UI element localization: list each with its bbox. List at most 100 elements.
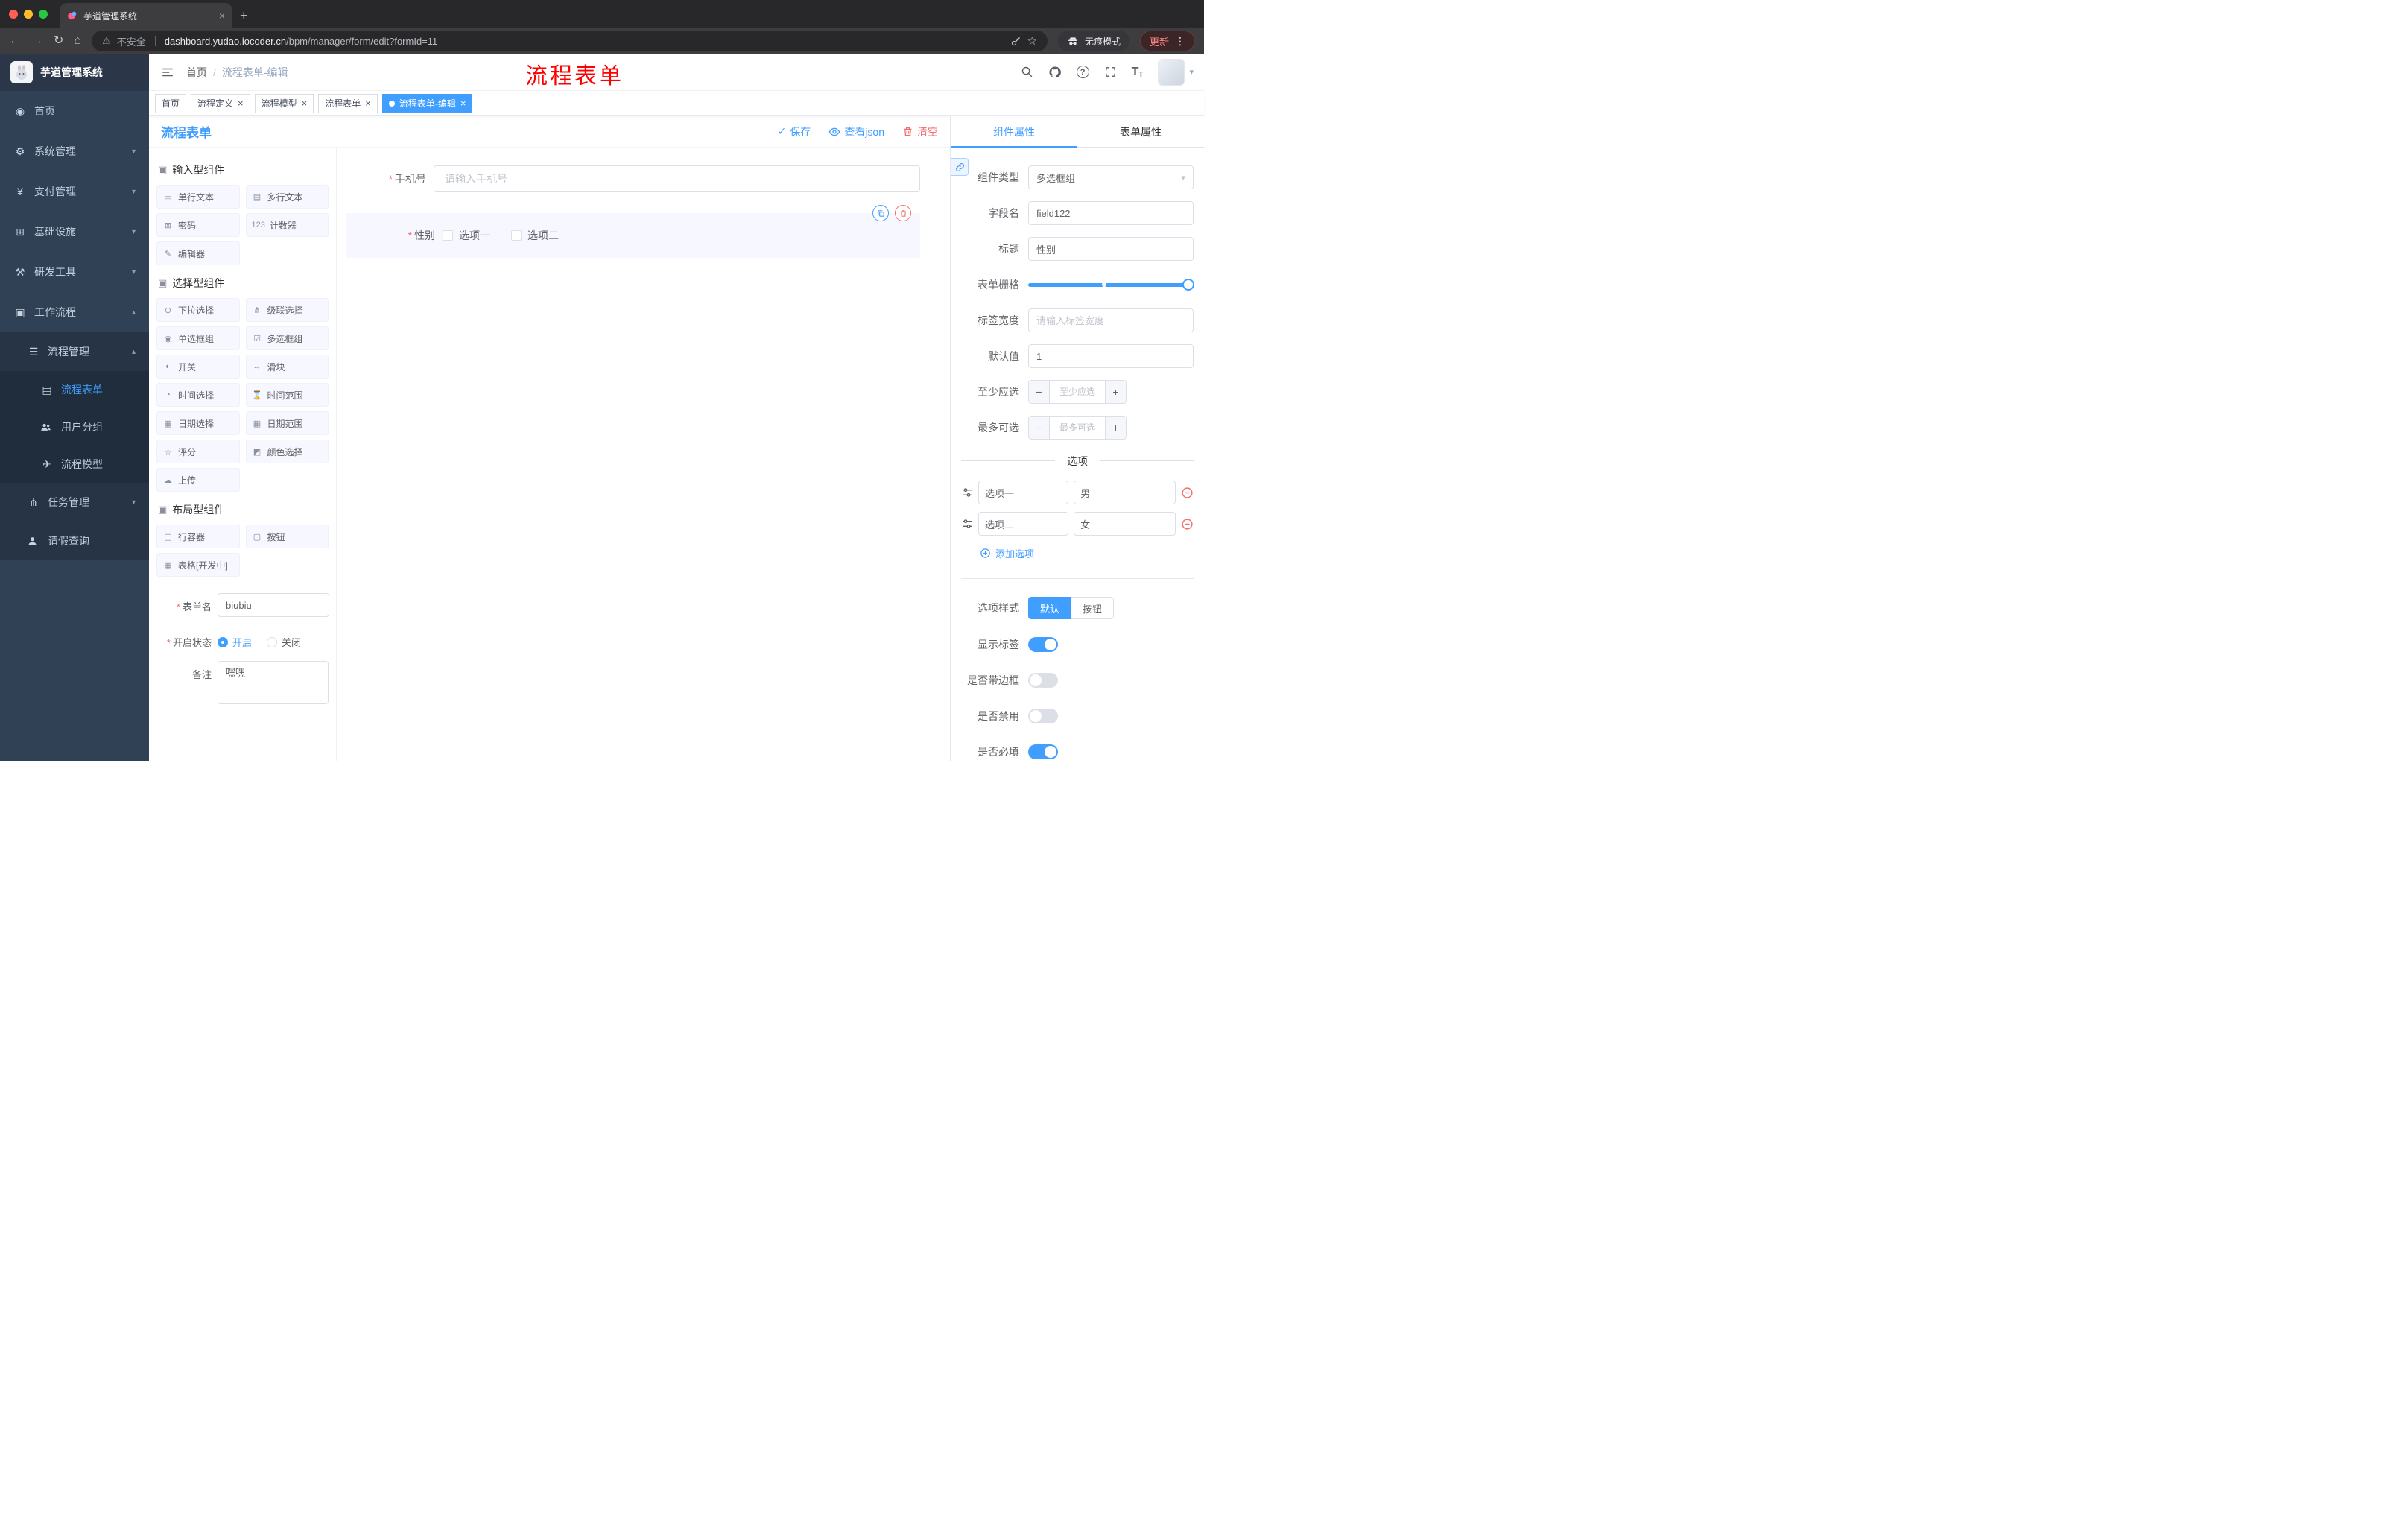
clear-button[interactable]: 清空 xyxy=(902,124,938,139)
status-off-radio[interactable]: 关闭 xyxy=(267,635,301,649)
browser-tab[interactable]: 芋道管理系统 × xyxy=(60,3,232,28)
close-icon[interactable]: × xyxy=(238,98,244,108)
minimize-window-button[interactable] xyxy=(24,10,33,19)
option-value-input[interactable] xyxy=(1074,512,1176,536)
component-item-button[interactable]: ▢ 按钮 xyxy=(245,525,329,548)
option-value-input[interactable] xyxy=(1074,481,1176,504)
sidebar-item-process-manage[interactable]: ☰ 流程管理 ▴ xyxy=(0,332,149,371)
default-value-input[interactable] xyxy=(1028,344,1194,368)
tag-home[interactable]: 首页 xyxy=(155,93,187,113)
update-button[interactable]: 更新 ⋮ xyxy=(1139,31,1195,51)
add-option-button[interactable]: 添加选项 xyxy=(980,546,1194,560)
increment-button[interactable]: + xyxy=(1105,417,1126,439)
search-icon[interactable] xyxy=(1021,66,1033,78)
style-default-button[interactable]: 默认 xyxy=(1028,597,1072,619)
view-json-button[interactable]: 查看json xyxy=(828,124,884,139)
close-window-button[interactable] xyxy=(9,10,18,19)
remark-textarea[interactable]: 嘿嘿 xyxy=(218,661,329,704)
component-item-color-picker[interactable]: ◩ 颜色选择 xyxy=(245,440,329,463)
grid-slider[interactable] xyxy=(1028,273,1194,297)
form-name-input[interactable] xyxy=(218,593,329,617)
app-logo[interactable]: 芋道管理系统 xyxy=(0,54,149,91)
forward-button[interactable]: → xyxy=(31,35,43,47)
component-item-table[interactable]: ▦ 表格[开发中] xyxy=(156,553,240,577)
drag-handle-icon[interactable] xyxy=(961,518,973,530)
decrement-button[interactable]: − xyxy=(1029,417,1050,439)
component-item-date-picker[interactable]: ▦ 日期选择 xyxy=(156,411,240,435)
show-label-toggle[interactable] xyxy=(1028,637,1058,652)
component-item-counter[interactable]: 123 计数器 xyxy=(245,213,329,237)
component-item-switch[interactable]: ◐ 开关 xyxy=(156,355,240,379)
component-item-password[interactable]: ⊠ 密码 xyxy=(156,213,240,237)
status-on-radio[interactable]: 开启 xyxy=(218,635,252,649)
component-item-time-range[interactable]: ⌛ 时间范围 xyxy=(245,383,329,407)
user-menu[interactable]: ▾ xyxy=(1158,58,1194,86)
sidebar-item-user-group[interactable]: 用户分组 xyxy=(0,408,149,446)
title-input[interactable] xyxy=(1028,237,1194,261)
style-button-button[interactable]: 按钮 xyxy=(1071,597,1115,619)
sidebar-item-home[interactable]: ◉ 首页 xyxy=(0,91,149,131)
canvas-field-gender[interactable]: * 性别 选项一 选项二 xyxy=(346,205,920,258)
option-label-input[interactable] xyxy=(978,512,1069,536)
decrement-button[interactable]: − xyxy=(1029,381,1050,403)
reload-button[interactable]: ↻ xyxy=(54,35,63,47)
help-icon[interactable]: ? xyxy=(1076,66,1089,78)
component-item-radio-group[interactable]: ◉ 单选框组 xyxy=(156,326,240,350)
tab-form-props[interactable]: 表单属性 xyxy=(1077,116,1204,147)
required-toggle[interactable] xyxy=(1028,744,1058,759)
label-width-input[interactable] xyxy=(1028,308,1194,332)
component-item-checkbox-group[interactable]: ☑ 多选框组 xyxy=(245,326,329,350)
remove-option-icon[interactable] xyxy=(1181,487,1194,499)
min-select-input[interactable] xyxy=(1050,381,1105,403)
gender-option1-checkbox[interactable]: 选项一 xyxy=(443,228,490,243)
drag-handle-icon[interactable] xyxy=(961,487,973,498)
component-item-rate[interactable]: ☆ 评分 xyxy=(156,440,240,463)
save-button[interactable]: ✓ 保存 xyxy=(778,124,811,139)
component-item-editor[interactable]: ✎ 编辑器 xyxy=(156,241,240,265)
address-bar[interactable]: ⚠ 不安全 dashboard.yudao.iocoder.cn/bpm/man… xyxy=(92,31,1048,51)
font-size-icon[interactable]: TT xyxy=(1132,66,1144,79)
tab-close-icon[interactable]: × xyxy=(219,10,225,22)
copy-field-button[interactable] xyxy=(872,205,889,221)
phone-input[interactable] xyxy=(434,165,920,192)
sidebar-item-leave-query[interactable]: 请假查询 xyxy=(0,522,149,560)
sidebar-item-task-manage[interactable]: ⋔ 任务管理 ▾ xyxy=(0,483,149,522)
browser-menu-dots-icon[interactable]: ⋮ xyxy=(1175,35,1185,48)
sidebar-item-devtools[interactable]: ⚒ 研发工具 ▾ xyxy=(0,252,149,292)
sidebar-item-infrastructure[interactable]: ⊞ 基础设施 ▾ xyxy=(0,212,149,252)
back-button[interactable]: ← xyxy=(9,35,21,47)
new-tab-button[interactable]: + xyxy=(240,8,248,24)
close-icon[interactable]: × xyxy=(460,98,466,108)
component-item-slider[interactable]: ↔ 滑块 xyxy=(245,355,329,379)
option-label-input[interactable] xyxy=(978,481,1069,504)
field-name-input[interactable] xyxy=(1028,201,1194,225)
key-icon[interactable] xyxy=(1010,36,1021,47)
component-item-upload[interactable]: ☁ 上传 xyxy=(156,468,240,492)
sidebar-item-process-form[interactable]: ▤ 流程表单 xyxy=(0,371,149,408)
increment-button[interactable]: + xyxy=(1105,381,1126,403)
canvas-field-phone[interactable]: * 手机号 xyxy=(346,165,920,192)
tag-process-form[interactable]: 流程表单 × xyxy=(318,93,378,113)
component-item-row-container[interactable]: ◫ 行容器 xyxy=(156,525,240,548)
sidebar-item-system[interactable]: ⚙ 系统管理 ▾ xyxy=(0,131,149,171)
fullscreen-icon[interactable] xyxy=(1104,66,1117,78)
delete-field-button[interactable] xyxy=(895,205,911,221)
gender-option2-checkbox[interactable]: 选项二 xyxy=(511,228,559,243)
disabled-toggle[interactable] xyxy=(1028,709,1058,723)
link-icon[interactable] xyxy=(951,158,969,176)
component-item-single-text[interactable]: ▭ 单行文本 xyxy=(156,185,240,209)
component-item-time-picker[interactable]: ◔ 时间选择 xyxy=(156,383,240,407)
close-icon[interactable]: × xyxy=(365,98,371,108)
component-type-select[interactable]: 多选框组 ▾ xyxy=(1028,165,1194,189)
slider-handle[interactable] xyxy=(1182,279,1194,291)
hamburger-icon[interactable] xyxy=(149,54,186,91)
sidebar-item-process-model[interactable]: ✈ 流程模型 xyxy=(0,446,149,483)
border-toggle[interactable] xyxy=(1028,673,1058,688)
github-icon[interactable] xyxy=(1048,66,1062,79)
sidebar-item-payment[interactable]: ¥ 支付管理 ▾ xyxy=(0,171,149,212)
bookmark-star-icon[interactable]: ☆ xyxy=(1027,34,1037,48)
sidebar-item-workflow[interactable]: ▣ 工作流程 ▴ xyxy=(0,292,149,332)
component-item-multi-text[interactable]: ▤ 多行文本 xyxy=(245,185,329,209)
zoom-window-button[interactable] xyxy=(39,10,48,19)
component-item-cascader[interactable]: ⋔ 级联选择 xyxy=(245,298,329,322)
